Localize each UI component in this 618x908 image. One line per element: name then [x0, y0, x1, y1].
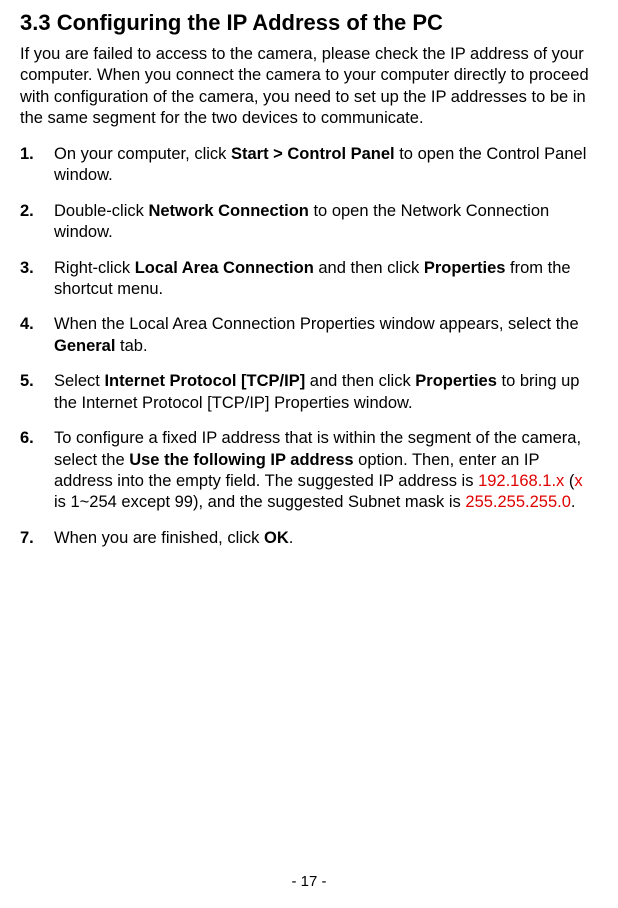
text: is 1~254 except 99), and the suggested S… [54, 493, 465, 511]
step-2: 2. Double-click Network Connection to op… [20, 201, 598, 244]
page-content: 3.3 Configuring the IP Address of the PC… [0, 0, 618, 549]
intro-paragraph: If you are failed to access to the camer… [20, 44, 598, 130]
text: . [289, 529, 294, 547]
bold-text: Start > Control Panel [231, 145, 395, 163]
text: ( [564, 472, 574, 490]
step-body: When the Local Area Connection Propertie… [54, 314, 598, 357]
bold-text: Use the following IP address [129, 451, 353, 469]
step-number: 4. [20, 314, 54, 357]
text: and then click [314, 259, 424, 277]
step-3: 3. Right-click Local Area Connection and… [20, 258, 598, 301]
step-number: 1. [20, 144, 54, 187]
step-number: 2. [20, 201, 54, 244]
step-1: 1. On your computer, click Start > Contr… [20, 144, 598, 187]
bold-text: Properties [415, 372, 497, 390]
bold-text: Internet Protocol [TCP/IP] [104, 372, 305, 390]
text: and then click [305, 372, 415, 390]
bold-text: Network Connection [148, 202, 308, 220]
step-body: Select Internet Protocol [TCP/IP] and th… [54, 371, 598, 414]
step-number: 5. [20, 371, 54, 414]
text: Double-click [54, 202, 148, 220]
bold-text: Properties [424, 259, 506, 277]
step-number: 6. [20, 428, 54, 514]
text: Right-click [54, 259, 135, 277]
text: tab. [115, 337, 147, 355]
step-body: On your computer, click Start > Control … [54, 144, 598, 187]
red-text: 255.255.255.0 [465, 493, 571, 511]
step-body: Right-click Local Area Connection and th… [54, 258, 598, 301]
step-6: 6. To configure a fixed IP address that … [20, 428, 598, 514]
step-body: To configure a fixed IP address that is … [54, 428, 598, 514]
step-body: When you are finished, click OK. [54, 528, 598, 549]
text: When you are finished, click [54, 529, 264, 547]
text: Select [54, 372, 104, 390]
step-7: 7. When you are finished, click OK. [20, 528, 598, 549]
step-5: 5. Select Internet Protocol [TCP/IP] and… [20, 371, 598, 414]
bold-text: OK [264, 529, 289, 547]
step-number: 7. [20, 528, 54, 549]
page-number: - 17 - [0, 873, 618, 890]
text: . [571, 493, 576, 511]
text: On your computer, click [54, 145, 231, 163]
step-4: 4. When the Local Area Connection Proper… [20, 314, 598, 357]
steps-list: 1. On your computer, click Start > Contr… [20, 144, 598, 550]
step-number: 3. [20, 258, 54, 301]
red-text: 192.168.1.x [478, 472, 564, 490]
red-text: x [574, 472, 582, 490]
bold-text: General [54, 337, 115, 355]
section-heading: 3.3 Configuring the IP Address of the PC [20, 10, 598, 36]
step-body: Double-click Network Connection to open … [54, 201, 598, 244]
text: When the Local Area Connection Propertie… [54, 315, 579, 333]
bold-text: Local Area Connection [135, 259, 314, 277]
